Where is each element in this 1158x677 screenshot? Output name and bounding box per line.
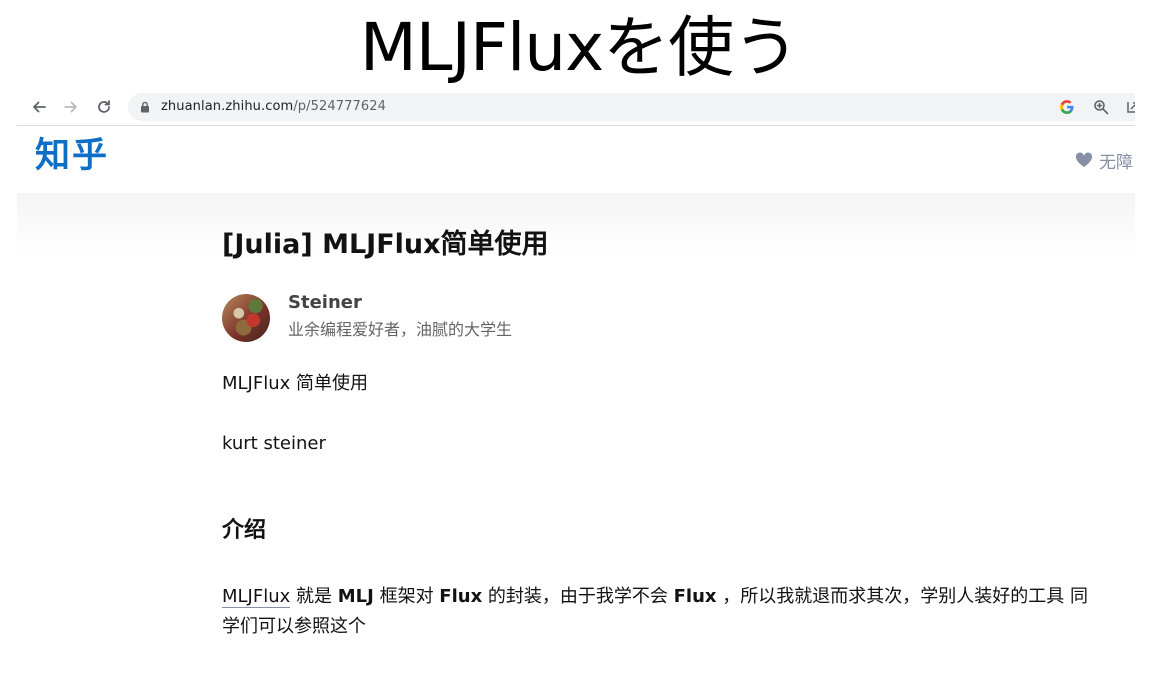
- intro-line: MLJFlux 简单使用: [222, 373, 369, 394]
- url-text[interactable]: zhuanlan.zhihu.com/p/524777624: [161, 93, 386, 121]
- zoom-icon[interactable]: [1093, 99, 1109, 115]
- heart-icon: [1075, 152, 1093, 167]
- url-path: /p/524777624: [293, 99, 386, 114]
- body-bold-flux-2: Flux: [673, 586, 717, 607]
- browser-window: zhuanlan.zhihu.com/p/524777624 知乎 无障 [Ju…: [17, 90, 1135, 677]
- url-domain: zhuanlan.zhihu.com: [161, 99, 294, 114]
- forward-button[interactable]: [59, 95, 83, 119]
- avatar[interactable]: [222, 294, 270, 342]
- article-title: [Julia] MLJFlux简单使用: [222, 229, 549, 260]
- content-shade: [17, 193, 1135, 253]
- author-bio: 业余编程爱好者，油腻的大学生: [288, 320, 513, 339]
- google-icon[interactable]: [1059, 99, 1075, 115]
- back-arrow-icon: [33, 101, 46, 113]
- byline: kurt steiner: [222, 433, 326, 454]
- body-text-2: 框架对: [373, 586, 440, 607]
- share-icon[interactable]: [1125, 99, 1135, 115]
- body-paragraph: MLJFlux 就是 MLJ 框架对 Flux 的封装，由于我学不会 Flux …: [222, 582, 1102, 642]
- body-bold-flux: Flux: [439, 586, 483, 607]
- slide-title: MLJFluxを使う: [359, 9, 799, 86]
- back-button[interactable]: [27, 95, 51, 119]
- reload-icon: [98, 100, 110, 113]
- body-text-1: 就是: [290, 586, 338, 607]
- section-heading: 介绍: [222, 518, 267, 543]
- accessibility-label: 无障: [1099, 152, 1133, 173]
- body-bold-mlj: MLJ: [337, 586, 374, 607]
- author-name[interactable]: Steiner: [288, 292, 362, 314]
- body-text-3: 的封装，由于我学不会: [482, 586, 674, 607]
- site-logo[interactable]: 知乎: [35, 134, 109, 178]
- site-header: 知乎 无障: [17, 126, 1135, 193]
- accessibility-mode-link[interactable]: 无障: [1075, 148, 1133, 173]
- lock-icon[interactable]: [140, 101, 150, 113]
- reload-button[interactable]: [92, 95, 116, 119]
- slide: MLJFluxを使う zhuanlan.zhihu.com/p/52477762…: [0, 0, 1158, 677]
- browser-toolbar: zhuanlan.zhihu.com/p/524777624: [17, 90, 1135, 126]
- forward-arrow-icon: [64, 101, 77, 113]
- mljflux-link[interactable]: MLJFlux: [222, 586, 291, 608]
- author-info: Steiner 业余编程爱好者，油腻的大学生: [222, 292, 822, 344]
- address-bar[interactable]: zhuanlan.zhihu.com/p/524777624: [128, 93, 1135, 121]
